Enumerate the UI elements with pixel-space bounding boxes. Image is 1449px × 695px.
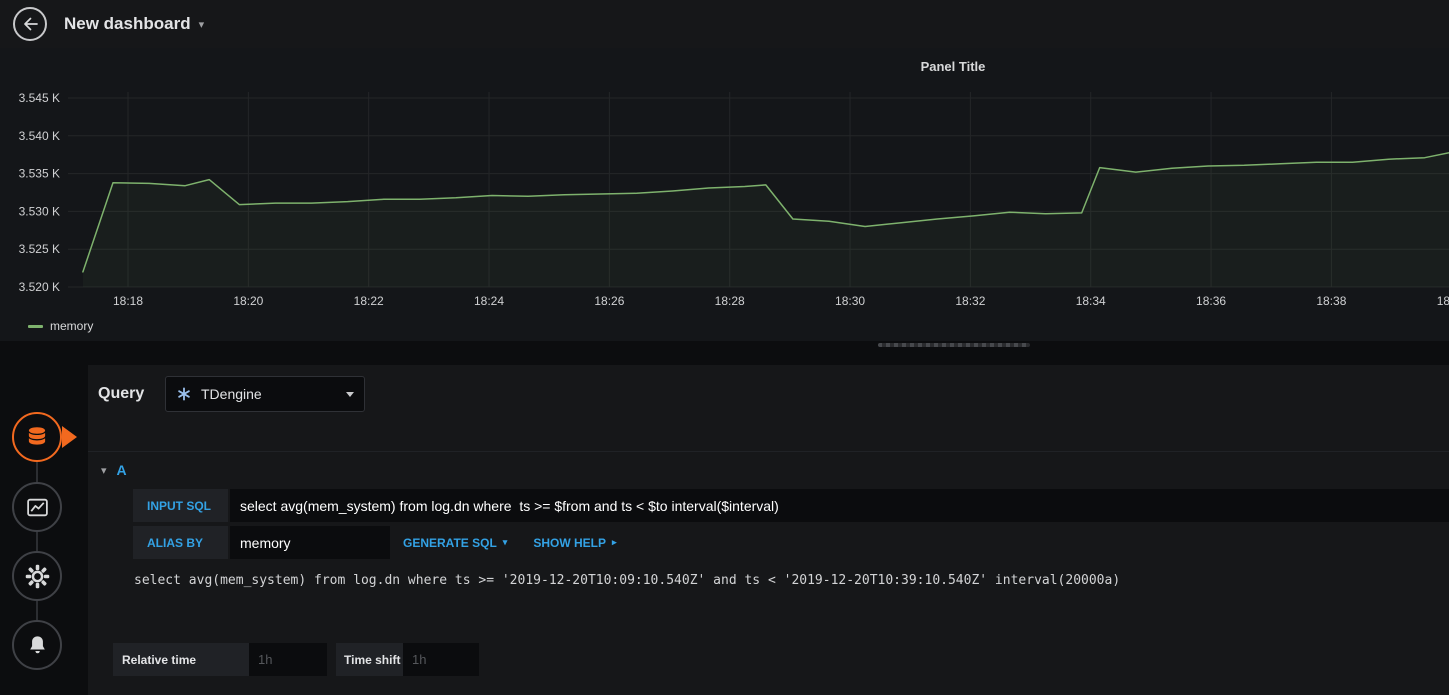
datasource-picker[interactable]: TDengine [165,376,365,412]
arrow-left-icon [23,17,38,31]
tab-alert[interactable] [12,620,62,670]
input-sql-label: INPUT SQL [133,489,228,522]
chevron-down-icon[interactable]: ▾ [199,18,205,31]
input-sql-field[interactable] [230,489,1449,522]
svg-text:3.525 K: 3.525 K [19,242,60,256]
panel-title[interactable]: Panel Title [878,59,1028,74]
query-section-title: Query [98,385,145,402]
tdengine-logo-icon [178,387,190,401]
svg-text:18:24: 18:24 [474,294,504,308]
chart-svg[interactable]: 3.545 K 3.540 K 3.535 K 3.530 K 3.525 K 3.520… [0,48,1449,341]
datasource-name: TDengine [201,386,262,402]
collapse-icon[interactable]: ▾ [101,464,107,477]
relative-time-input[interactable] [249,643,327,676]
gear-icon [25,564,49,588]
chart-legend: memory [28,319,93,333]
time-shift-label: Time shift [336,643,403,676]
legend-color-swatch [28,324,43,328]
svg-text:18:20: 18:20 [233,294,263,308]
section-divider [88,451,1449,452]
bell-icon [29,635,45,653]
tab-general[interactable] [12,551,62,601]
generated-sql-text: select avg(mem_system) from log.dn where… [134,573,1121,588]
back-button[interactable] [13,7,47,41]
svg-text:18:40: 18:40 [1437,294,1449,308]
svg-text:3.535 K: 3.535 K [19,167,60,181]
svg-text:18:38: 18:38 [1316,294,1346,308]
query-editor-card: Query TDengine ▾ A INPUT SQL ALIAS BY GE… [88,365,1449,695]
chevron-right-icon: ▸ [612,537,617,547]
show-help-text: SHOW HELP [533,535,606,550]
alias-by-row: ALIAS BY GENERATE SQL ▾ SHOW HELP ▸ [133,526,1449,559]
input-sql-row: INPUT SQL [133,489,1449,522]
svg-text:3.540 K: 3.540 K [19,129,60,143]
svg-text:18:36: 18:36 [1196,294,1226,308]
chevron-down-icon [346,391,354,397]
svg-text:18:28: 18:28 [715,294,745,308]
query-row-id: A [116,462,127,478]
tab-queries[interactable] [12,412,62,462]
horizontal-scrollbar[interactable] [878,343,1030,347]
database-icon [28,427,46,445]
query-header: Query TDengine [98,376,365,412]
topbar: New dashboard ▾ [0,0,1449,48]
legend-series-name[interactable]: memory [50,319,93,333]
dashboard-title[interactable]: New dashboard [64,14,191,34]
alias-by-label: ALIAS BY [133,526,228,559]
tab-visualization[interactable] [12,482,62,532]
time-options-row: Relative time Time shift [113,643,479,676]
svg-text:18:34: 18:34 [1076,294,1106,308]
time-shift-input[interactable] [403,643,479,676]
svg-text:18:26: 18:26 [594,294,624,308]
chart-icon [26,498,48,516]
query-row-header[interactable]: ▾ A [101,458,127,482]
active-tab-arrow [62,426,77,448]
svg-text:3.530 K: 3.530 K [19,204,60,218]
svg-text:18:30: 18:30 [835,294,865,308]
chevron-down-icon: ▾ [502,537,508,547]
tab-rail-connector [36,437,38,645]
svg-text:18:18: 18:18 [113,294,143,308]
svg-text:18:32: 18:32 [955,294,985,308]
show-help-button[interactable]: SHOW HELP ▸ [520,526,629,559]
svg-text:18:22: 18:22 [354,294,384,308]
generate-sql-button[interactable]: GENERATE SQL ▾ [390,526,520,559]
svg-text:3.545 K: 3.545 K [19,91,60,105]
alias-by-field[interactable] [230,526,390,559]
generate-sql-text: GENERATE SQL [403,535,497,550]
svg-text:3.520 K: 3.520 K [19,280,60,294]
relative-time-label: Relative time [113,643,249,676]
graph-panel: 3.545 K 3.540 K 3.535 K 3.530 K 3.525 K 3.520… [0,48,1449,341]
